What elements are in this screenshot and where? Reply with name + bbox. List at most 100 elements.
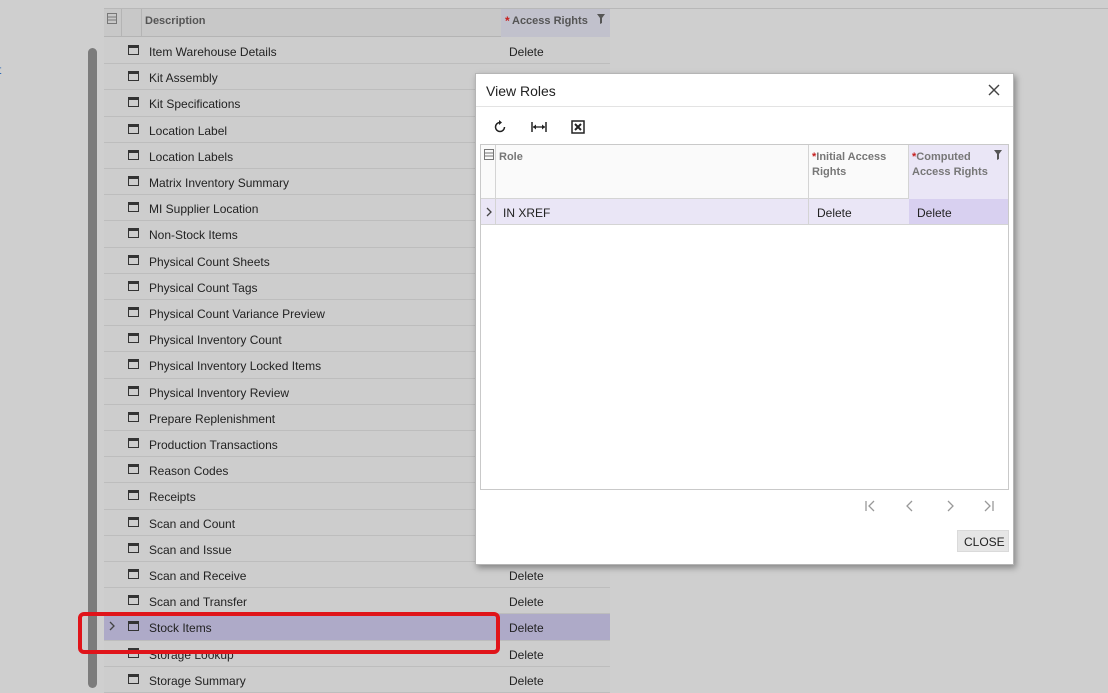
cell-role: IN XREF xyxy=(503,206,551,220)
cell-description: Physical Inventory Count xyxy=(149,333,282,348)
header-separator xyxy=(808,145,809,199)
header-separator xyxy=(121,9,122,37)
screen-window-icon xyxy=(128,333,139,344)
screen-window-icon xyxy=(128,176,139,186)
cell-description: Production Transactions xyxy=(149,438,278,452)
close-button[interactable]: CLOSE xyxy=(957,530,1009,552)
screen-window-icon xyxy=(128,438,139,448)
column-header-computed-label: Computed Access Rights xyxy=(912,151,988,178)
cell-description: Non-Stock Items xyxy=(149,228,238,243)
column-settings-icon[interactable] xyxy=(484,149,494,160)
left-panel-link[interactable]: t xyxy=(0,63,1,77)
screen-window-icon xyxy=(128,490,139,501)
filter-icon[interactable] xyxy=(597,14,605,24)
cell-access-rights[interactable]: Delete xyxy=(509,648,544,662)
table-row[interactable]: Scan and Receive Delete xyxy=(104,562,610,589)
column-header-initial-label: Initial Access Rights xyxy=(812,151,887,178)
cell-description: Scan and Issue xyxy=(149,542,232,557)
screen-window-icon xyxy=(128,228,139,239)
screen-window-icon xyxy=(128,464,139,475)
cell-description: Reason Codes xyxy=(149,464,229,479)
cell-access-rights[interactable]: Delete xyxy=(509,595,544,609)
cell-initial-access-rights[interactable]: Delete xyxy=(817,206,852,220)
table-row[interactable]: Scan and Transfer Delete xyxy=(104,588,610,615)
screen-window-icon xyxy=(128,673,139,684)
last-page-icon[interactable] xyxy=(981,498,997,514)
screen-window-icon xyxy=(128,149,139,160)
cell-description: Scan and Receive xyxy=(149,569,247,583)
screen-window-icon xyxy=(128,202,139,213)
cell-description: Kit Assembly xyxy=(149,71,218,86)
cell-access-rights[interactable]: Delete xyxy=(509,674,544,688)
grid-header: Description * Access Rights xyxy=(104,9,610,37)
screen-window-icon xyxy=(128,123,139,134)
column-header-description[interactable]: Description xyxy=(145,15,206,27)
cell-description: Physical Count Tags xyxy=(149,280,258,295)
table-row[interactable]: Item Warehouse Details Delete xyxy=(104,38,610,65)
title-divider xyxy=(476,106,1013,107)
screen-window-icon xyxy=(128,595,139,606)
cell-description: Receipts xyxy=(149,490,196,505)
fit-width-icon[interactable] xyxy=(529,117,549,137)
cell-description: Physical Inventory Review xyxy=(149,385,290,400)
column-header-access-rights[interactable]: * Access Rights xyxy=(501,9,610,37)
screen-window-icon xyxy=(128,411,139,422)
row-separator xyxy=(808,199,809,225)
screen-window-icon xyxy=(128,254,139,265)
export-excel-icon[interactable] xyxy=(568,117,588,137)
screen-window-icon xyxy=(128,516,139,527)
cell-description: Scan and Transfer xyxy=(149,595,248,610)
table-row[interactable]: IN XREF Delete Delete xyxy=(481,199,1008,225)
column-header-computed-access-rights[interactable]: *Computed Access Rights xyxy=(912,150,992,179)
cell-description: MI Supplier Location xyxy=(149,202,259,217)
column-header-access-rights-label: Access Rights xyxy=(512,15,588,27)
header-separator xyxy=(495,145,496,199)
row-separator xyxy=(495,199,496,225)
column-settings-icon[interactable] xyxy=(107,13,117,24)
header-separator xyxy=(908,145,909,199)
cell-description: Location Label xyxy=(149,123,228,138)
cell-description: Kit Specifications xyxy=(149,97,241,112)
cell-description: Matrix Inventory Summary xyxy=(149,176,290,190)
required-mark: * xyxy=(505,14,510,28)
screen-window-icon xyxy=(128,542,139,553)
screen-window-icon xyxy=(128,45,139,55)
previous-page-icon[interactable] xyxy=(902,498,918,514)
cell-access-rights[interactable]: Delete xyxy=(509,621,544,635)
cell-computed-access-rights[interactable]: Delete xyxy=(917,206,952,220)
first-page-icon[interactable] xyxy=(862,498,878,514)
roles-grid-header: Role *Initial Access Rights *Computed Ac… xyxy=(481,145,1008,199)
cell-description: Item Warehouse Details xyxy=(149,45,277,59)
highlight-annotation xyxy=(78,612,500,654)
cell-description: Scan and Count xyxy=(149,516,236,531)
filter-icon[interactable] xyxy=(994,150,1002,160)
cell-access-rights[interactable]: Delete xyxy=(509,45,544,59)
screen-window-icon xyxy=(128,307,139,317)
screen-window-icon xyxy=(128,97,139,108)
column-header-initial-access-rights[interactable]: *Initial Access Rights xyxy=(812,150,902,179)
cell-description: Prepare Replenishment xyxy=(149,411,276,426)
refresh-icon[interactable] xyxy=(490,117,510,137)
cell-description: Storage Summary xyxy=(149,673,246,688)
scrollbar-thumb[interactable] xyxy=(88,48,97,688)
cell-description: Location Labels xyxy=(149,149,234,164)
table-row[interactable]: Storage Summary Delete xyxy=(104,666,610,693)
top-bar xyxy=(104,0,1108,9)
view-roles-dialog: View Roles Role *Initial Access Rights *… xyxy=(475,73,1014,565)
chevron-right-icon[interactable] xyxy=(485,206,493,218)
left-panel: t xyxy=(0,0,100,682)
dialog-title: View Roles xyxy=(486,83,556,99)
screen-window-icon xyxy=(128,71,139,82)
cell-description: Physical Inventory Locked Items xyxy=(149,359,322,374)
screen-window-icon xyxy=(128,280,139,291)
cell-description: Physical Count Sheets xyxy=(149,254,270,269)
cell-access-rights[interactable]: Delete xyxy=(509,569,544,583)
screen-window-icon xyxy=(128,359,139,370)
header-separator xyxy=(141,9,142,37)
next-page-icon[interactable] xyxy=(942,498,958,514)
screen-window-icon xyxy=(128,385,139,396)
close-icon[interactable] xyxy=(987,83,1001,97)
screen-window-icon xyxy=(128,569,139,579)
roles-grid: Role *Initial Access Rights *Computed Ac… xyxy=(480,144,1009,490)
column-header-role[interactable]: Role xyxy=(499,151,523,163)
